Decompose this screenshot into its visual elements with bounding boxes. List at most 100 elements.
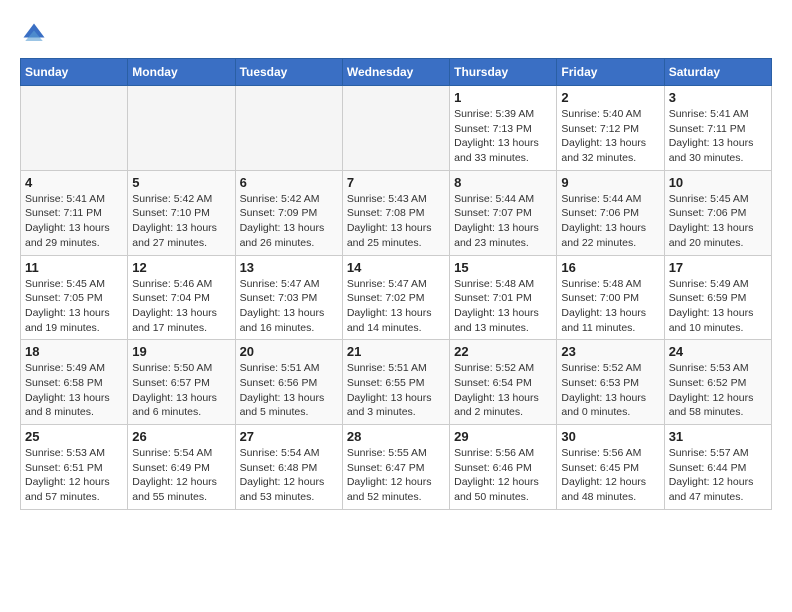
calendar-day-cell: 6 Sunrise: 5:42 AM Sunset: 7:09 PM Daylig…	[235, 170, 342, 255]
logo-icon	[20, 20, 48, 48]
calendar-day-cell	[235, 86, 342, 171]
calendar-day-cell: 23Sunrise: 5:52 AM Sunset: 6:53 PM Dayli…	[557, 340, 664, 425]
calendar-day-cell: 13 Sunrise: 5:47 AM Sunset: 7:03 PM Dayli…	[235, 255, 342, 340]
calendar-day-cell: 27 Sunrise: 5:54 AM Sunset: 6:48 PM Dayli…	[235, 425, 342, 510]
day-number: 12	[132, 260, 230, 275]
day-info: Sunrise: 5:43 AM Sunset: 7:08 PM Dayligh…	[347, 192, 445, 251]
calendar-day-cell	[21, 86, 128, 171]
calendar-day-cell: 11 Sunrise: 5:45 AM Sunset: 7:05 PM Dayli…	[21, 255, 128, 340]
day-info: Sunrise: 5:53 AM Sunset: 6:51 PM Dayligh…	[25, 446, 123, 505]
calendar-day-cell: 24Sunrise: 5:53 AM Sunset: 6:52 PM Dayli…	[664, 340, 771, 425]
day-info: Sunrise: 5:42 AM Sunset: 7:10 PM Dayligh…	[132, 192, 230, 251]
day-info: Sunrise: 5:54 AM Sunset: 6:49 PM Dayligh…	[132, 446, 230, 505]
day-number: 14	[347, 260, 445, 275]
day-info: Sunrise: 5:54 AM Sunset: 6:48 PM Dayligh…	[240, 446, 338, 505]
calendar-day-cell: 17 Sunrise: 5:49 AM Sunset: 6:59 PM Dayli…	[664, 255, 771, 340]
calendar-week-row: 11 Sunrise: 5:45 AM Sunset: 7:05 PM Dayli…	[21, 255, 772, 340]
calendar-day-cell: 18 Sunrise: 5:49 AM Sunset: 6:58 PM Dayli…	[21, 340, 128, 425]
day-number: 11	[25, 260, 123, 275]
calendar-day-cell: 25 Sunrise: 5:53 AM Sunset: 6:51 PM Dayli…	[21, 425, 128, 510]
day-number: 13	[240, 260, 338, 275]
calendar-day-cell: 4Sunrise: 5:41 AM Sunset: 7:11 PM Daylig…	[21, 170, 128, 255]
calendar-day-cell: 30 Sunrise: 5:56 AM Sunset: 6:45 PM Dayli…	[557, 425, 664, 510]
day-info: Sunrise: 5:44 AM Sunset: 7:06 PM Dayligh…	[561, 192, 659, 251]
day-info: Sunrise: 5:48 AM Sunset: 7:00 PM Dayligh…	[561, 277, 659, 336]
day-number: 3	[669, 90, 767, 105]
day-info: Sunrise: 5:51 AM Sunset: 6:55 PM Dayligh…	[347, 361, 445, 420]
calendar-day-cell: 1 Sunrise: 5:39 AM Sunset: 7:13 PM Daylig…	[450, 86, 557, 171]
calendar-day-cell: 29 Sunrise: 5:56 AM Sunset: 6:46 PM Dayli…	[450, 425, 557, 510]
day-info: Sunrise: 5:45 AM Sunset: 7:05 PM Dayligh…	[25, 277, 123, 336]
day-info: Sunrise: 5:47 AM Sunset: 7:03 PM Dayligh…	[240, 277, 338, 336]
day-number: 26	[132, 429, 230, 444]
day-info: Sunrise: 5:56 AM Sunset: 6:45 PM Dayligh…	[561, 446, 659, 505]
day-info: Sunrise: 5:39 AM Sunset: 7:13 PM Dayligh…	[454, 107, 552, 166]
day-info: Sunrise: 5:51 AM Sunset: 6:56 PM Dayligh…	[240, 361, 338, 420]
day-number: 17	[669, 260, 767, 275]
calendar-day-cell: 2 Sunrise: 5:40 AM Sunset: 7:12 PM Daylig…	[557, 86, 664, 171]
calendar-table: SundayMondayTuesdayWednesdayThursdayFrid…	[20, 58, 772, 510]
day-number: 9	[561, 175, 659, 190]
calendar-day-cell: 12 Sunrise: 5:46 AM Sunset: 7:04 PM Dayli…	[128, 255, 235, 340]
calendar-day-cell: 21 Sunrise: 5:51 AM Sunset: 6:55 PM Dayli…	[342, 340, 449, 425]
day-info: Sunrise: 5:52 AM Sunset: 6:54 PM Dayligh…	[454, 361, 552, 420]
calendar-week-row: 4Sunrise: 5:41 AM Sunset: 7:11 PM Daylig…	[21, 170, 772, 255]
calendar-day-cell: 20 Sunrise: 5:51 AM Sunset: 6:56 PM Dayli…	[235, 340, 342, 425]
day-info: Sunrise: 5:40 AM Sunset: 7:12 PM Dayligh…	[561, 107, 659, 166]
day-number: 1	[454, 90, 552, 105]
calendar-week-row: 25 Sunrise: 5:53 AM Sunset: 6:51 PM Dayli…	[21, 425, 772, 510]
day-info: Sunrise: 5:49 AM Sunset: 6:59 PM Dayligh…	[669, 277, 767, 336]
calendar-day-cell: 3Sunrise: 5:41 AM Sunset: 7:11 PM Daylig…	[664, 86, 771, 171]
day-info: Sunrise: 5:44 AM Sunset: 7:07 PM Dayligh…	[454, 192, 552, 251]
calendar-day-cell: 16 Sunrise: 5:48 AM Sunset: 7:00 PM Dayli…	[557, 255, 664, 340]
day-number: 28	[347, 429, 445, 444]
day-info: Sunrise: 5:50 AM Sunset: 6:57 PM Dayligh…	[132, 361, 230, 420]
calendar-day-cell: 10 Sunrise: 5:45 AM Sunset: 7:06 PM Dayli…	[664, 170, 771, 255]
day-number: 18	[25, 344, 123, 359]
day-number: 8	[454, 175, 552, 190]
day-of-week-header: Saturday	[664, 59, 771, 86]
day-info: Sunrise: 5:49 AM Sunset: 6:58 PM Dayligh…	[25, 361, 123, 420]
calendar-day-cell: 8 Sunrise: 5:44 AM Sunset: 7:07 PM Daylig…	[450, 170, 557, 255]
day-info: Sunrise: 5:56 AM Sunset: 6:46 PM Dayligh…	[454, 446, 552, 505]
day-number: 6	[240, 175, 338, 190]
day-of-week-header: Wednesday	[342, 59, 449, 86]
day-of-week-header: Tuesday	[235, 59, 342, 86]
day-info: Sunrise: 5:46 AM Sunset: 7:04 PM Dayligh…	[132, 277, 230, 336]
day-of-week-header: Thursday	[450, 59, 557, 86]
day-number: 29	[454, 429, 552, 444]
calendar-header-row: SundayMondayTuesdayWednesdayThursdayFrid…	[21, 59, 772, 86]
day-number: 15	[454, 260, 552, 275]
day-number: 7	[347, 175, 445, 190]
calendar-day-cell: 22 Sunrise: 5:52 AM Sunset: 6:54 PM Dayli…	[450, 340, 557, 425]
calendar-day-cell: 15Sunrise: 5:48 AM Sunset: 7:01 PM Dayli…	[450, 255, 557, 340]
day-number: 31	[669, 429, 767, 444]
day-number: 10	[669, 175, 767, 190]
day-of-week-header: Monday	[128, 59, 235, 86]
day-of-week-header: Sunday	[21, 59, 128, 86]
calendar-week-row: 18 Sunrise: 5:49 AM Sunset: 6:58 PM Dayli…	[21, 340, 772, 425]
day-info: Sunrise: 5:45 AM Sunset: 7:06 PM Dayligh…	[669, 192, 767, 251]
calendar-week-row: 1 Sunrise: 5:39 AM Sunset: 7:13 PM Daylig…	[21, 86, 772, 171]
calendar-day-cell: 7 Sunrise: 5:43 AM Sunset: 7:08 PM Daylig…	[342, 170, 449, 255]
day-number: 5	[132, 175, 230, 190]
day-info: Sunrise: 5:52 AM Sunset: 6:53 PM Dayligh…	[561, 361, 659, 420]
day-number: 25	[25, 429, 123, 444]
day-number: 22	[454, 344, 552, 359]
day-number: 20	[240, 344, 338, 359]
day-of-week-header: Friday	[557, 59, 664, 86]
day-number: 30	[561, 429, 659, 444]
page-header	[20, 20, 772, 48]
logo	[20, 20, 52, 48]
day-info: Sunrise: 5:42 AM Sunset: 7:09 PM Dayligh…	[240, 192, 338, 251]
day-info: Sunrise: 5:57 AM Sunset: 6:44 PM Dayligh…	[669, 446, 767, 505]
day-number: 16	[561, 260, 659, 275]
calendar-day-cell	[128, 86, 235, 171]
day-number: 21	[347, 344, 445, 359]
day-number: 4	[25, 175, 123, 190]
day-number: 2	[561, 90, 659, 105]
calendar-day-cell: 26 Sunrise: 5:54 AM Sunset: 6:49 PM Dayli…	[128, 425, 235, 510]
calendar-day-cell: 5 Sunrise: 5:42 AM Sunset: 7:10 PM Daylig…	[128, 170, 235, 255]
day-number: 27	[240, 429, 338, 444]
calendar-day-cell	[342, 86, 449, 171]
